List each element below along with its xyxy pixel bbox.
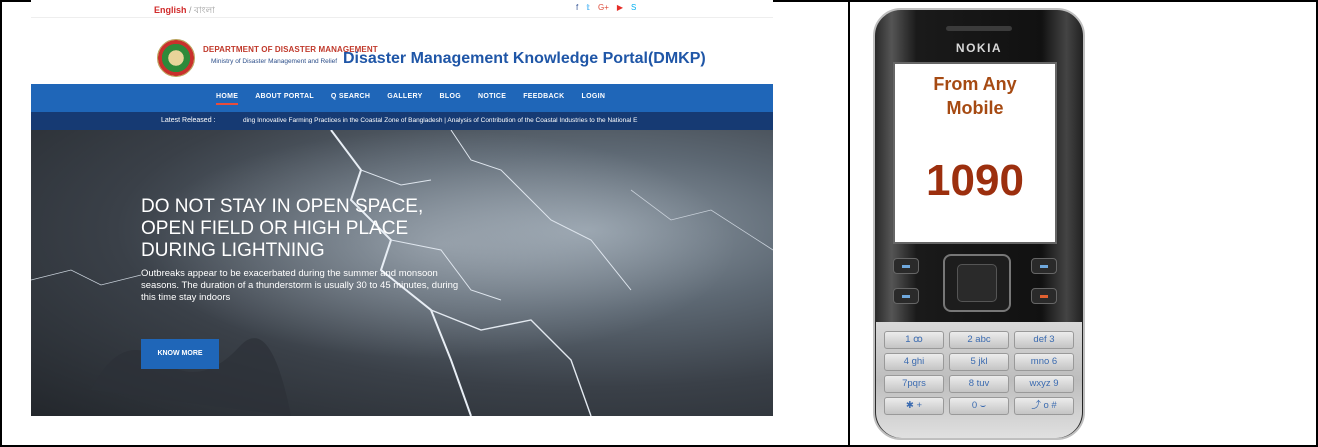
keypad-key: ⤴ o # — [1014, 397, 1074, 415]
keypad-key: mno 6 — [1014, 353, 1074, 371]
lang-english[interactable]: English — [154, 5, 187, 15]
top-bar: English / বাংলা f 𝕥 G+ ▶ S — [31, 0, 773, 18]
end-key — [1031, 288, 1057, 304]
site-header: DEPARTMENT OF DISASTER MANAGEMENT Minist… — [31, 18, 773, 84]
navigation-dpad — [943, 254, 1011, 312]
main-nav: HOME ABOUT PORTAL Q SEARCH GALLERY BLOG NOTIC… — [31, 84, 773, 112]
lang-separator: / — [186, 5, 195, 15]
ministry-name: Ministry of Disaster Management and Reli… — [211, 58, 338, 65]
phone-screen: From Any Mobile 1090 — [893, 62, 1057, 244]
nav-item-about-portal[interactable]: ABOUT PORTAL — [255, 93, 314, 105]
keypad-key: 2 abc — [949, 331, 1009, 349]
nav-item-login[interactable]: LOGIN — [582, 93, 606, 105]
hero-description: Outbreaks appear to be exacerbated durin… — [141, 268, 459, 303]
know-more-button[interactable]: KNOW MORE — [141, 339, 219, 369]
hero-heading-line-2: OPEN FIELD OR HIGH PLACE — [141, 218, 409, 239]
call-key — [893, 288, 919, 304]
hero-heading-line-3: DURING LIGHTNING — [141, 240, 325, 261]
social-links: f 𝕥 G+ ▶ S — [576, 3, 636, 12]
facebook-icon[interactable]: f — [576, 3, 578, 12]
keypad-key: 1 ꝏ — [884, 331, 944, 349]
phone-brand: NOKIA — [955, 41, 1003, 55]
nav-item-feedback[interactable]: FEEDBACK — [523, 93, 564, 105]
nav-item-gallery[interactable]: GALLERY — [387, 93, 422, 105]
portal-title: Disaster Management Knowledge Portal(DMK… — [343, 50, 706, 67]
skype-icon[interactable]: S — [631, 3, 636, 12]
website-screenshot: English / বাংলা f 𝕥 G+ ▶ S DEPARTMENT OF DIS… — [31, 0, 773, 416]
hero-banner: DO NOT STAY IN OPEN SPACE, OPEN FIELD OR… — [31, 130, 773, 416]
hero-heading: DO NOT STAY IN OPEN SPACE, OPEN FIELD OR… — [141, 196, 461, 262]
google-plus-icon[interactable]: G+ — [598, 3, 609, 12]
panel-divider — [848, 0, 850, 447]
nav-list: HOME ABOUT PORTAL Q SEARCH GALLERY BLOG NOTIC… — [216, 93, 605, 105]
keypad-key: 5 jkl — [949, 353, 1009, 371]
keypad-key: 0 ⌣ — [949, 397, 1009, 415]
left-softkey — [893, 258, 919, 274]
screen-line-1: From Any — [933, 74, 1017, 94]
twitter-icon[interactable]: 𝕥 — [586, 3, 590, 12]
language-switcher[interactable]: English / বাংলা — [154, 3, 215, 18]
screen-line-2: Mobile — [946, 98, 1004, 118]
nav-item-notice[interactable]: NOTICE — [478, 93, 506, 105]
youtube-icon[interactable]: ▶ — [617, 3, 623, 12]
nav-item-home[interactable]: HOME — [216, 93, 239, 105]
ticker-label: Latest Released : — [161, 117, 216, 124]
nav-item-q-search[interactable]: Q SEARCH — [331, 93, 370, 105]
keypad-key: 4 ghi — [884, 353, 944, 371]
helpline-number: 1090 — [926, 156, 1024, 205]
ticker-text[interactable]: ding Innovative Farming Practices in the… — [243, 117, 763, 124]
latest-released-ticker: Latest Released : ding Innovative Farmin… — [31, 112, 773, 130]
keypad-key: wxyz 9 — [1014, 375, 1074, 393]
keypad-key: ✱ + — [884, 397, 944, 415]
government-logo[interactable] — [157, 39, 195, 77]
keypad-key: 8 tuv — [949, 375, 1009, 393]
hero-heading-line-1: DO NOT STAY IN OPEN SPACE, — [141, 196, 424, 217]
right-softkey — [1031, 258, 1057, 274]
keypad-key: 7pqrs — [884, 375, 944, 393]
lang-bangla[interactable]: বাংলা — [194, 5, 215, 15]
nav-item-blog[interactable]: BLOG — [440, 93, 461, 105]
phone-speaker — [946, 26, 1012, 31]
keypad-key: def 3 — [1014, 331, 1074, 349]
phone-keypad: 1 ꝏ 2 abc def 3 4 ghi 5 jkl mno 6 7pqrs 8 tuv wx… — [884, 331, 1074, 415]
